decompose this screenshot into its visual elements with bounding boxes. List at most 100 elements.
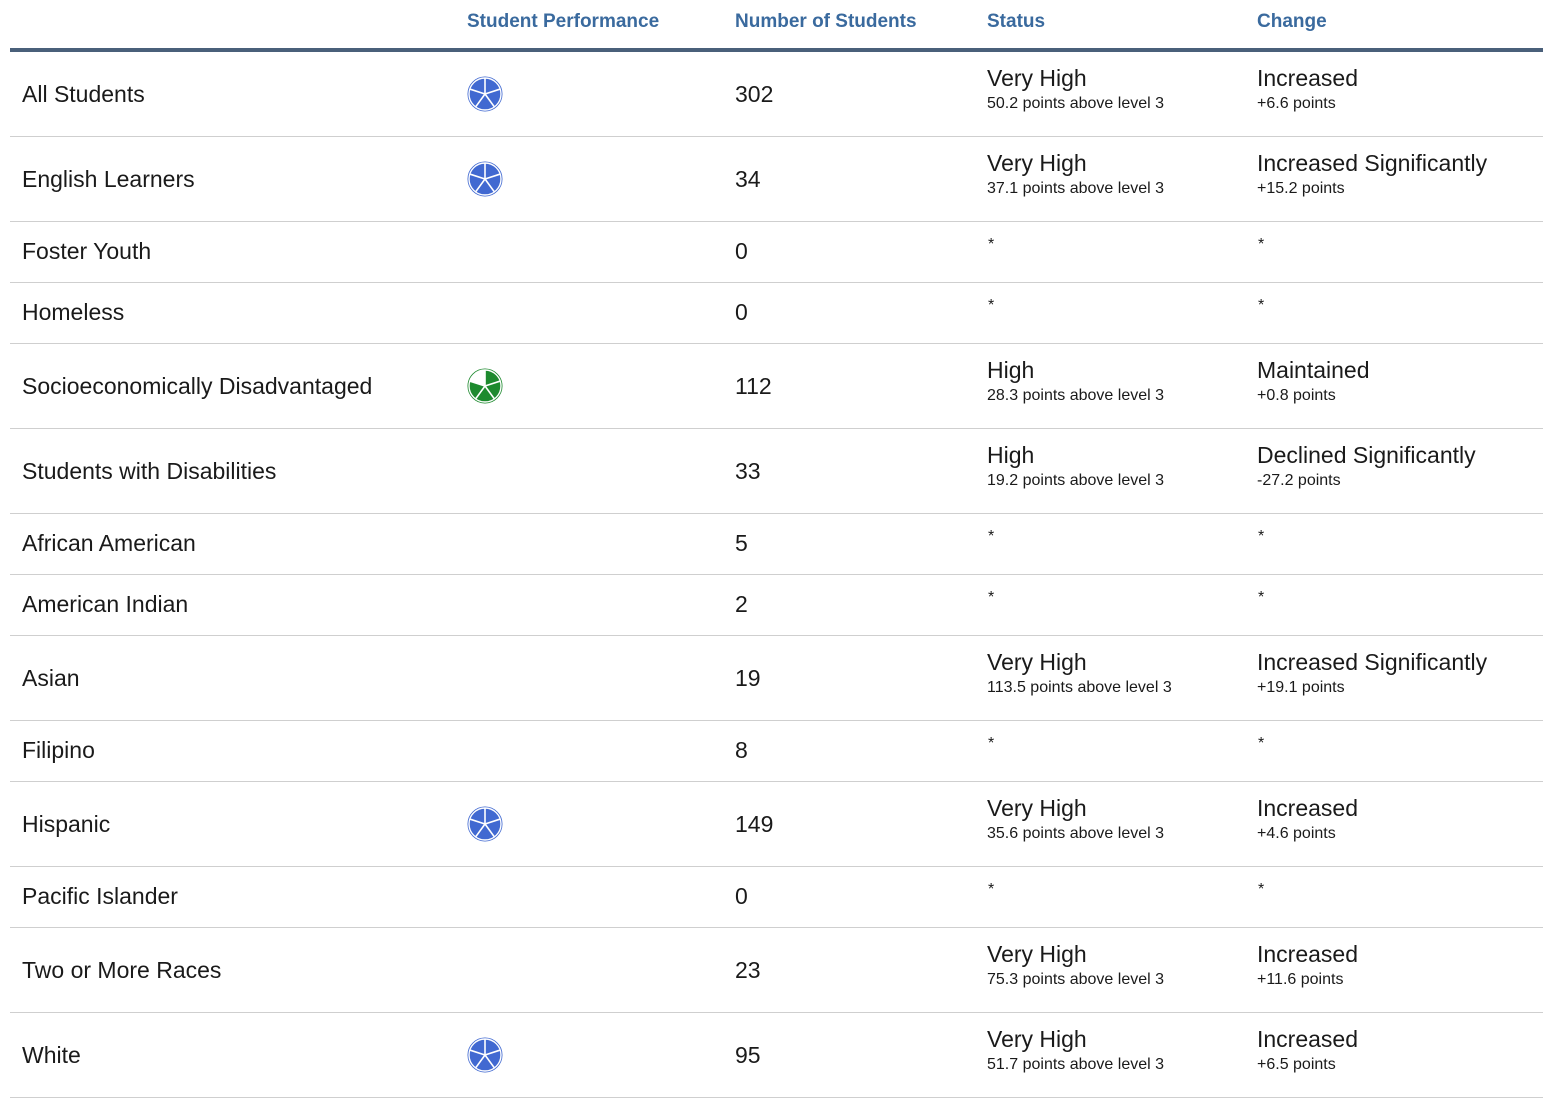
- student-group-name: Filipino: [22, 737, 95, 763]
- status-cell: Very High 37.1 points above level 3: [987, 150, 1164, 198]
- change-cell: Increased +4.6 points: [1257, 795, 1358, 843]
- status-value: High: [987, 442, 1035, 468]
- change-cell: Increased Significantly +19.1 points: [1257, 649, 1487, 697]
- change-value: Increased Significantly: [1257, 649, 1488, 675]
- table-body: All Students 302 Very High 50.2 points abov…: [10, 52, 1543, 1098]
- status-value: High: [987, 357, 1035, 383]
- student-group-table: Student Performance Number of Students S…: [10, 0, 1543, 1098]
- blue-pie-icon: [466, 160, 504, 198]
- table-row: Pacific Islander 0 * *: [10, 867, 1543, 928]
- student-count: 33: [735, 458, 761, 484]
- change-value: Increased: [1257, 1026, 1359, 1052]
- status-cell: Very High 75.3 points above level 3: [987, 941, 1164, 989]
- change-value: *: [1258, 236, 1265, 253]
- status-value: Very High: [987, 649, 1087, 675]
- table-row: Socioeconomically Disadvantaged 112 High 28…: [10, 344, 1543, 429]
- status-detail: 51.7 points above level 3: [987, 1056, 1165, 1073]
- table-row: Asian 19 Very High 113.5 points above level…: [10, 636, 1543, 721]
- table-row: Students with Disabilities 33 High 19.2 poi…: [10, 429, 1543, 514]
- student-group-name: Hispanic: [22, 811, 111, 837]
- status-value: Very High: [987, 65, 1087, 91]
- table-row: Hispanic 149 Very High 35.6 points above le…: [10, 782, 1543, 867]
- blue-pie-icon: [466, 1036, 504, 1074]
- change-detail: -27.2 points: [1257, 472, 1341, 489]
- status-value: *: [988, 881, 995, 898]
- status-cell: Very High 35.6 points above level 3: [987, 795, 1164, 843]
- status-value: Very High: [987, 1026, 1087, 1052]
- status-value: *: [988, 297, 995, 314]
- status-cell: Very High 50.2 points above level 3: [987, 65, 1164, 113]
- table-row: All Students 302 Very High 50.2 points abov…: [10, 52, 1543, 137]
- student-group-name: Foster Youth: [22, 238, 152, 264]
- header-status: Status: [987, 11, 1046, 32]
- table-row: Filipino 8 * *: [10, 721, 1543, 782]
- student-group-name: African American: [22, 530, 196, 556]
- student-group-name: English Learners: [22, 166, 195, 192]
- status-value: Very High: [987, 795, 1087, 821]
- status-detail: 50.2 points above level 3: [987, 95, 1165, 112]
- status-value: *: [988, 528, 995, 545]
- change-value: *: [1258, 528, 1265, 545]
- student-group-name: Asian: [22, 665, 80, 691]
- table-row: Foster Youth 0 * *: [10, 222, 1543, 283]
- student-group-name: Two or More Races: [22, 957, 222, 983]
- student-count: 23: [735, 957, 761, 983]
- status-detail: 75.3 points above level 3: [987, 971, 1165, 988]
- change-value: *: [1258, 735, 1265, 752]
- student-group-name: All Students: [22, 81, 145, 107]
- student-group-name: American Indian: [22, 591, 189, 617]
- change-value: Maintained: [1257, 357, 1370, 383]
- status-value: Very High: [987, 150, 1087, 176]
- change-cell: Increased Significantly +15.2 points: [1257, 150, 1487, 198]
- change-cell: Increased +11.6 points: [1257, 941, 1358, 989]
- table-row: African American 5 * *: [10, 514, 1543, 575]
- status-detail: 19.2 points above level 3: [987, 472, 1165, 489]
- student-group-name: White: [22, 1042, 81, 1068]
- student-count: 5: [735, 530, 748, 556]
- table-row: Homeless 0 * *: [10, 283, 1543, 344]
- status-value: *: [988, 589, 995, 606]
- student-count: 0: [735, 299, 748, 325]
- status-cell: Very High 51.7 points above level 3: [987, 1026, 1164, 1074]
- header-performance: Student Performance: [467, 11, 660, 32]
- student-count: 302: [735, 81, 774, 107]
- change-detail: +11.6 points: [1257, 971, 1344, 988]
- student-count: 2: [735, 591, 748, 617]
- change-value: *: [1258, 589, 1265, 606]
- student-count: 0: [735, 883, 748, 909]
- status-detail: 113.5 points above level 3: [987, 679, 1172, 696]
- change-value: Declined Significantly: [1257, 442, 1476, 468]
- table-row: White 95 Very High 51.7 points above level …: [10, 1013, 1543, 1098]
- student-group-name: Pacific Islander: [22, 883, 178, 909]
- student-count: 112: [735, 373, 772, 399]
- change-detail: +6.5 points: [1257, 1056, 1336, 1073]
- change-detail: +6.6 points: [1257, 95, 1336, 112]
- table-row: American Indian 2 * *: [10, 575, 1543, 636]
- change-value: Increased Significantly: [1257, 150, 1488, 176]
- change-cell: Increased +6.5 points: [1257, 1026, 1358, 1074]
- status-cell: High 19.2 points above level 3: [987, 442, 1164, 490]
- status-cell: High 28.3 points above level 3: [987, 357, 1164, 405]
- change-cell: Declined Significantly -27.2 points: [1257, 442, 1476, 490]
- status-value: *: [988, 735, 995, 752]
- student-count: 0: [735, 238, 748, 264]
- change-value: Increased: [1257, 65, 1359, 91]
- table-row: English Learners 34 Very High 37.1 points a…: [10, 137, 1543, 222]
- student-group-name: Socioeconomically Disadvantaged: [22, 373, 373, 399]
- change-value: Increased: [1257, 941, 1359, 967]
- status-detail: 35.6 points above level 3: [987, 825, 1165, 842]
- blue-pie-icon: [466, 75, 504, 113]
- change-detail: +0.8 points: [1257, 387, 1336, 404]
- header-count: Number of Students: [735, 11, 917, 32]
- student-count: 19: [735, 665, 761, 691]
- student-count: 149: [735, 811, 774, 837]
- change-cell: Maintained +0.8 points: [1257, 357, 1370, 405]
- status-value: Very High: [987, 941, 1087, 967]
- change-detail: +4.6 points: [1257, 825, 1336, 842]
- green-pie-icon: [466, 367, 504, 405]
- change-cell: Increased +6.6 points: [1257, 65, 1358, 113]
- student-group-name: Students with Disabilities: [22, 458, 277, 484]
- status-detail: 28.3 points above level 3: [987, 387, 1165, 404]
- change-detail: +19.1 points: [1257, 679, 1345, 696]
- student-count: 34: [735, 166, 761, 192]
